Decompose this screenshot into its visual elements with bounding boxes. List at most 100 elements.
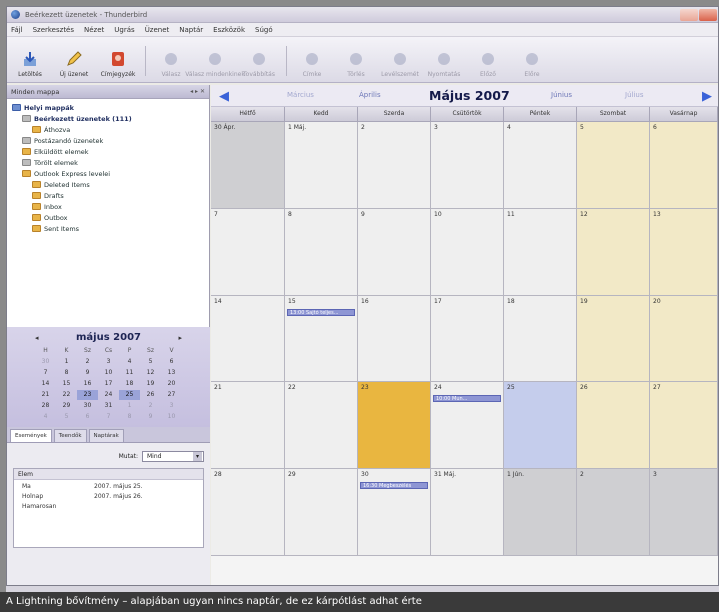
toolbar-button[interactable]: Előre xyxy=(513,50,551,78)
folder-tree-item[interactable]: Elküldött elemek xyxy=(7,146,209,157)
mini-cal-day[interactable]: 28 xyxy=(35,401,56,411)
toolbar-button[interactable]: Törlés xyxy=(337,50,375,78)
folder-tree-item[interactable]: Postázandó üzenetek xyxy=(7,135,209,146)
calendar-day-cell[interactable]: 14 xyxy=(211,295,285,383)
calendar-event[interactable]: 10:00 Mun... xyxy=(433,395,501,403)
mini-cal-day[interactable]: 10 xyxy=(98,368,119,378)
mini-cal-day[interactable]: 11 xyxy=(119,368,140,378)
mini-cal-day[interactable]: 14 xyxy=(35,379,56,389)
mini-cal-day[interactable]: 26 xyxy=(140,390,161,400)
tab-tasks[interactable]: Teendők xyxy=(53,429,87,442)
mini-cal-day[interactable]: 18 xyxy=(119,379,140,389)
minimize-button[interactable] xyxy=(680,8,698,21)
mini-cal-day[interactable]: 1 xyxy=(119,401,140,411)
mini-cal-day[interactable]: 5 xyxy=(140,357,161,367)
mini-cal-day[interactable]: 9 xyxy=(140,412,161,422)
mini-cal-day[interactable]: 2 xyxy=(140,401,161,411)
mini-cal-day[interactable]: 8 xyxy=(119,412,140,422)
calendar-day-cell[interactable]: 15 13:00 Sajtó teljes... xyxy=(285,295,358,383)
mini-cal-day[interactable]: 16 xyxy=(77,379,98,389)
mini-cal-day[interactable]: 9 xyxy=(77,368,98,378)
nav-month-next[interactable]: Június xyxy=(551,91,572,99)
folder-tree-item[interactable]: Inbox xyxy=(7,201,209,212)
calendar-day-cell[interactable]: 9 xyxy=(358,208,431,296)
toolbar-button[interactable]: Letöltés xyxy=(11,50,49,78)
calendar-day-cell[interactable]: 8 xyxy=(285,208,358,296)
tab-calendars[interactable]: Naptárak xyxy=(88,429,124,442)
folder-tree-item[interactable]: Helyi mappák xyxy=(7,102,209,113)
calendar-day-cell[interactable]: 29 xyxy=(285,469,358,556)
mini-cal-day[interactable]: 4 xyxy=(119,357,140,367)
calendar-day-cell[interactable]: 18 xyxy=(504,295,577,383)
toolbar-button[interactable]: Nyomtatás xyxy=(425,50,463,78)
calendar-day-cell[interactable]: 16 xyxy=(358,295,431,383)
calendar-day-cell[interactable]: 21 xyxy=(211,382,285,470)
calendar-day-cell[interactable]: 28 xyxy=(211,469,285,556)
calendar-day-cell[interactable]: 2 xyxy=(358,122,431,209)
mini-cal-next-icon[interactable]: ▸ xyxy=(178,334,182,342)
mini-cal-day[interactable]: 6 xyxy=(77,412,98,422)
mini-cal-day[interactable]: 10 xyxy=(161,412,182,422)
mini-cal-day[interactable]: 25 xyxy=(119,390,140,400)
toolbar-button[interactable]: Címjegyzék xyxy=(99,50,137,78)
mini-cal-day[interactable]: 8 xyxy=(56,368,77,378)
folder-tree-item[interactable]: Beérkezett üzenetek (111) xyxy=(7,113,209,124)
toolbar-button[interactable]: Címke xyxy=(293,50,331,78)
calendar-day-cell[interactable]: 20 xyxy=(650,295,718,383)
folder-tree-item[interactable]: Sent Items xyxy=(7,223,209,234)
calendar-day-cell[interactable]: 22 xyxy=(285,382,358,470)
mini-cal-day[interactable]: 23 xyxy=(77,390,98,400)
mini-cal-day[interactable]: 27 xyxy=(161,390,182,400)
mini-cal-day[interactable]: 7 xyxy=(98,412,119,422)
mini-cal-day[interactable]: 17 xyxy=(98,379,119,389)
mini-cal-day[interactable]: 20 xyxy=(161,379,182,389)
calendar-day-cell[interactable]: 30 16:30 Megbeszélés xyxy=(358,469,431,556)
calendar-day-cell[interactable]: 5 xyxy=(577,122,650,209)
show-select[interactable]: Mind xyxy=(142,451,204,462)
mini-cal-day[interactable]: 7 xyxy=(35,368,56,378)
menu-item[interactable]: Nézet xyxy=(84,26,104,34)
mini-cal-day[interactable]: 3 xyxy=(98,357,119,367)
mini-cal-day[interactable]: 3 xyxy=(161,401,182,411)
mini-cal-day[interactable]: 4 xyxy=(35,412,56,422)
folder-tree-item[interactable]: Outbox xyxy=(7,212,209,223)
calendar-day-cell[interactable]: 13 xyxy=(650,208,718,296)
menu-item[interactable]: Naptár xyxy=(179,26,203,34)
calendar-day-cell[interactable]: 1 Máj. xyxy=(285,122,358,209)
mini-cal-day[interactable]: 31 xyxy=(98,401,119,411)
calendar-day-cell[interactable]: 23 xyxy=(358,382,431,470)
mini-cal-day[interactable]: 12 xyxy=(140,368,161,378)
calendar-day-cell[interactable]: 7 xyxy=(211,208,285,296)
folder-tree-item[interactable]: Áthozva xyxy=(7,124,209,135)
event-list-row[interactable]: Ma 2007. május 25. xyxy=(14,480,203,490)
menu-item[interactable]: Fájl xyxy=(11,26,23,34)
toolbar-button[interactable]: Továbbítás xyxy=(240,50,278,78)
calendar-day-cell[interactable]: 1 Jún. xyxy=(504,469,577,556)
mini-cal-day[interactable]: 1 xyxy=(56,357,77,367)
mini-cal-day[interactable]: 24 xyxy=(98,390,119,400)
menu-item[interactable]: Eszközök xyxy=(213,26,245,34)
mini-cal-day[interactable]: 30 xyxy=(35,357,56,367)
calendar-day-cell[interactable]: 30 Ápr. xyxy=(211,122,285,209)
nav-month-prev-prev[interactable]: Március xyxy=(287,91,314,99)
menu-item[interactable]: Szerkesztés xyxy=(33,26,74,34)
menu-item[interactable]: Üzenet xyxy=(145,26,170,34)
mini-cal-day[interactable]: 5 xyxy=(56,412,77,422)
prev-month-arrow-icon[interactable]: ◀ xyxy=(219,89,229,104)
mini-cal-day[interactable]: 22 xyxy=(56,390,77,400)
mini-cal-day[interactable]: 19 xyxy=(140,379,161,389)
nav-month-prev[interactable]: Április xyxy=(359,91,381,99)
calendar-event[interactable]: 16:30 Megbeszélés xyxy=(360,482,428,490)
folder-tree-item[interactable]: Deleted Items xyxy=(7,179,209,190)
calendar-day-cell[interactable]: 31 Máj. xyxy=(431,469,504,556)
folder-tree-item[interactable]: Outlook Express levelei xyxy=(7,168,209,179)
menu-item[interactable]: Súgó xyxy=(255,26,273,34)
calendar-day-cell[interactable]: 27 xyxy=(650,382,718,470)
mini-cal-day[interactable]: 21 xyxy=(35,390,56,400)
toolbar-button[interactable]: Levélszemét xyxy=(381,50,419,78)
mini-cal-day[interactable]: 13 xyxy=(161,368,182,378)
tab-events[interactable]: Események xyxy=(10,429,52,442)
calendar-day-cell[interactable]: 24 10:00 Mun... xyxy=(431,382,504,470)
calendar-day-cell[interactable]: 17 xyxy=(431,295,504,383)
mini-cal-day[interactable]: 30 xyxy=(77,401,98,411)
